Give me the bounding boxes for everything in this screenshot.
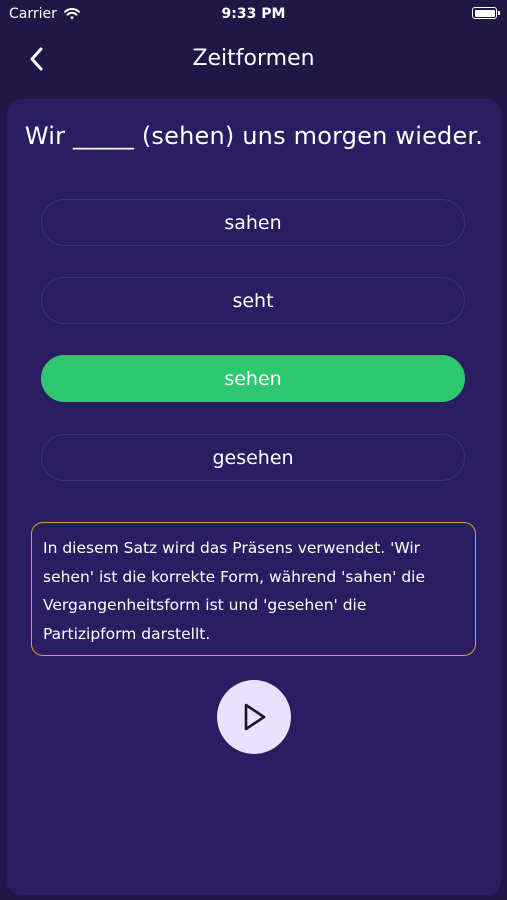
play-icon <box>244 703 266 731</box>
navigation-bar: Zeitformen <box>0 36 507 82</box>
question-text: Wir _____ (sehen) uns morgen wieder. <box>24 122 484 150</box>
answer-option-label: gesehen <box>212 446 294 469</box>
answer-option-label: sehen <box>224 367 282 390</box>
status-time: 9:33 PM <box>221 6 286 22</box>
answer-option-label: seht <box>232 289 274 312</box>
answer-option-sahen[interactable]: sahen <box>41 199 465 246</box>
answer-option-seht[interactable]: seht <box>41 277 465 324</box>
explanation-box: In diesem Satz wird das Präsens verwende… <box>31 522 476 656</box>
quiz-card: Wir _____ (sehen) uns morgen wieder. sah… <box>7 99 501 895</box>
explanation-text: In diesem Satz wird das Präsens verwende… <box>43 539 426 643</box>
answer-option-gesehen[interactable]: gesehen <box>41 434 465 481</box>
answer-option-sehen-correct[interactable]: sehen <box>41 355 465 402</box>
answer-option-label: sahen <box>224 211 282 234</box>
status-bar: Carrier 9:33 PM <box>0 0 507 28</box>
page-title: Zeitformen <box>192 46 315 71</box>
play-audio-button[interactable] <box>217 680 291 754</box>
battery-icon <box>472 7 500 19</box>
